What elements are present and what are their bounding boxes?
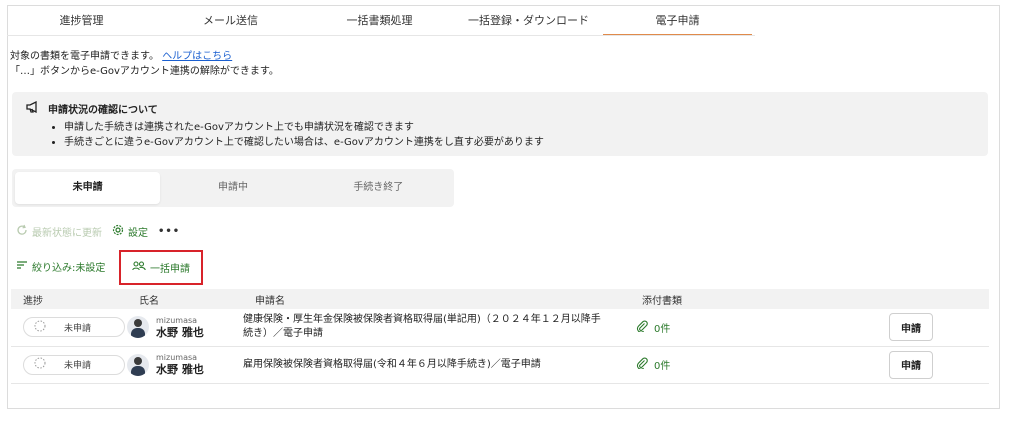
top-tabs: 進捗管理 メール送信 一括書類処理 一括登録・ダウンロード 電子申請 — [7, 10, 755, 36]
status-label: 未申請 — [64, 323, 92, 334]
header-application-name: 申請名 — [243, 289, 630, 309]
action-bar: 最新状態に更新 設定 ••• — [16, 224, 180, 239]
header-attachments: 添付書類 — [630, 289, 889, 309]
megaphone-icon — [26, 100, 40, 116]
attachment-count[interactable]: 0件 — [636, 357, 889, 372]
intro-text: 対象の書類を電子申請できます。 ヘルプはこちら 「…」ボタンからe-Govアカウ… — [10, 49, 279, 79]
header-progress: 進捗 — [11, 289, 127, 309]
segment-applying[interactable]: 申請中 — [160, 172, 305, 204]
tab-divider — [7, 35, 755, 36]
apply-button[interactable]: 申請 — [889, 313, 933, 342]
header-blank — [889, 289, 989, 309]
attachment-count[interactable]: 0件 — [636, 320, 889, 335]
notice-title: 申請状況の確認について — [26, 100, 158, 116]
notice-list: 申請した手続きは連携されたe-Govアカウント上でも申請状況を確認できます 手続… — [64, 120, 544, 150]
filter-label: 絞り込み:未設定 — [32, 263, 106, 274]
table-header-row: 進捗 氏名 申請名 添付書類 — [11, 289, 989, 309]
notice-item: 手続きごとに違うe-Govアカウント上で確認したい場合は、e-Govアカウント連… — [64, 135, 544, 150]
tab-e-application[interactable]: 電子申請 — [603, 10, 752, 36]
filter-bar: 絞り込み:未設定 — [16, 259, 105, 274]
status-pill[interactable]: 未申請 — [23, 354, 125, 375]
application-name-line2: 続き）／電子申請 — [243, 328, 323, 340]
tab-bulk-documents[interactable]: 一括書類処理 — [305, 10, 454, 36]
intro-line1: 対象の書類を電子申請できます。 — [10, 51, 159, 62]
refresh-label: 最新状態に更新 — [32, 228, 102, 239]
employee-username: mizumasa — [156, 353, 198, 362]
paperclip-icon — [636, 357, 648, 372]
avatar — [127, 316, 149, 339]
tab-progress[interactable]: 進捗管理 — [7, 10, 156, 36]
table-row: 未申請 mizumasa 水野 雅也 健康保険・厚生年金保険被保険者資格取得届(… — [11, 309, 989, 347]
employee: mizumasa 水野 雅也 — [127, 316, 243, 339]
notice-box: 申請状況の確認について 申請した手続きは連携されたe-Govアカウント上でも申請… — [12, 92, 988, 156]
segment-not-applied[interactable]: 未申請 — [15, 172, 161, 204]
employee: mizumasa 水野 雅也 — [127, 353, 243, 376]
avatar — [127, 353, 149, 376]
help-link[interactable]: ヘルプはこちら — [162, 51, 232, 62]
tab-mail[interactable]: メール送信 — [156, 10, 305, 36]
application-name-line1: 健康保険・厚生年金保険被保険者資格取得届(単記用)（２０２４年１２月以降手 — [243, 314, 601, 326]
notice-title-text: 申請状況の確認について — [48, 105, 158, 116]
tab-bulk-register-download[interactable]: 一括登録・ダウンロード — [454, 10, 603, 36]
header-name: 氏名 — [127, 289, 243, 309]
bulk-apply-label: 一括申請 — [150, 264, 190, 275]
settings-button[interactable]: 設定 — [112, 224, 148, 239]
application-name: 健康保険・厚生年金保険被保険者資格取得届(単記用)（２０２４年１２月以降手 続き… — [243, 309, 630, 347]
employee-name: 水野 雅也 — [156, 325, 204, 339]
settings-label: 設定 — [128, 228, 148, 239]
refresh-icon — [16, 224, 28, 239]
users-icon — [132, 261, 146, 274]
more-button[interactable]: ••• — [158, 226, 180, 237]
notice-item: 申請した手続きは連携されたe-Govアカウント上でも申請状況を確認できます — [64, 120, 544, 135]
employee-username: mizumasa — [156, 315, 198, 325]
status-label: 未申請 — [64, 361, 92, 371]
attachment-label: 0件 — [654, 323, 671, 335]
pending-icon — [34, 357, 46, 372]
intro-line2: 「…」ボタンからe-Govアカウント連携の解除ができます。 — [10, 66, 279, 77]
table-row: 未申請 mizumasa 水野 雅也 雇用保険被保険者資格取得届(令和４年６月以… — [11, 346, 989, 384]
gear-icon — [112, 224, 124, 239]
filter-icon — [16, 260, 28, 273]
filter-button[interactable]: 絞り込み:未設定 — [16, 259, 105, 274]
attachment-label: 0件 — [654, 361, 671, 372]
segment-completed[interactable]: 手続き終了 — [306, 172, 451, 204]
pending-icon — [34, 320, 46, 335]
apply-button[interactable]: 申請 — [889, 350, 933, 379]
employee-name: 水野 雅也 — [156, 363, 204, 376]
status-segment-control: 未申請 申請中 手続き終了 — [12, 169, 454, 207]
status-pill[interactable]: 未申請 — [23, 317, 125, 338]
bulk-apply-button[interactable]: 一括申請 — [119, 250, 203, 285]
paperclip-icon — [636, 320, 648, 335]
refresh-button[interactable]: 最新状態に更新 — [16, 224, 102, 239]
application-name: 雇用保険被保険者資格取得届(令和４年６月以降手続き)／電子申請 — [243, 346, 630, 384]
application-name-line1: 雇用保険被保険者資格取得届(令和４年６月以降手続き)／電子申請 — [243, 358, 541, 370]
applications-table: 進捗 氏名 申請名 添付書類 未申請 mizumasa 水野 雅也 健康保険・厚… — [11, 289, 989, 384]
